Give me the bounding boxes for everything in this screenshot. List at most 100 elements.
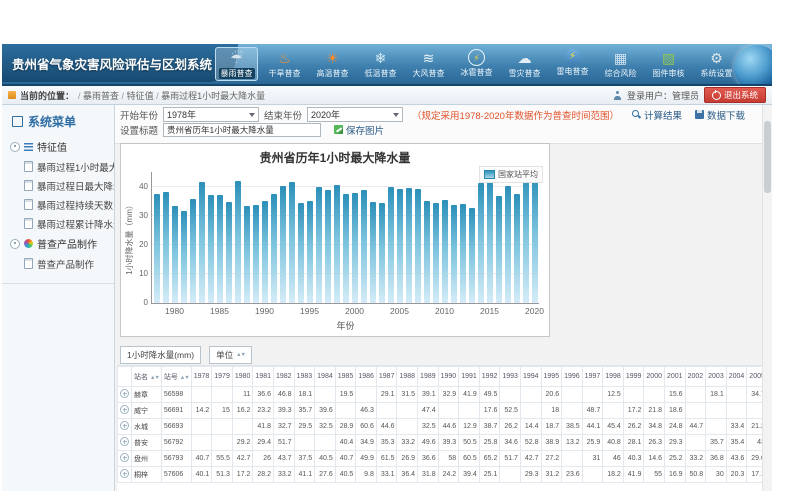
value-cell [562,403,583,419]
table-row[interactable]: 威宁5669114.21516.223.239.335.739.646.347.… [118,403,763,419]
y-tick-label: 20 [139,240,148,249]
logout-button[interactable]: 退出系统 [704,87,766,103]
composite-risk-icon: ▦ [614,49,627,67]
value-cell: 32.5 [315,419,336,435]
value-cell [397,419,418,435]
wind-survey-icon: ≋ [423,49,435,67]
toolbar-map-review[interactable]: ▧图件审核 [647,47,690,81]
table-row[interactable]: 普安5679229.229.451.740.434.935.333.249.63… [118,435,763,451]
table-row[interactable]: 盘州5679340.755.542.72643.737.540.540.749.… [118,451,763,467]
table-row[interactable]: 桐梓5760640.151.317.228.233.241.127.640.59… [118,467,763,483]
bar-2011 [451,205,457,303]
column-header-year: 1983 [294,367,315,387]
bar-1980 [172,206,178,303]
unit-selector[interactable]: 单位 ▲▼ [209,346,252,364]
expand-toggle-icon[interactable] [10,142,20,152]
value-cell: 18.6 [664,403,685,419]
expand-toggle-icon[interactable] [10,239,20,249]
user-icon [613,91,622,100]
breadcrumb-item[interactable]: 暴雨普查 [83,91,119,101]
sidebar-group-1[interactable]: 普查产品制作 [2,233,114,254]
toolbar-low-temp-survey[interactable]: ❄低温普查 [359,47,402,81]
sort-icon[interactable]: ▲▼ [150,375,159,381]
scrollbar[interactable] [762,105,772,491]
sidebar-item-0-3[interactable]: 暴雨过程累计降水量 [24,214,114,233]
range-note: （规定采用1978-2020年数据作为普查时间范围） [412,108,619,122]
toolbar-wind-survey[interactable]: ≋大风普查 [407,47,450,81]
sidebar-group-0[interactable]: 特征值 [2,136,114,157]
expand-cell [118,387,132,403]
column-header-year: 1997 [582,367,603,387]
toolbar-item-label: 大风普查 [413,68,445,79]
chart-title-input[interactable] [163,123,321,137]
product-icon [24,239,33,248]
bar-2009 [433,203,439,303]
column-header-year: 1990 [438,367,459,387]
expand-row-icon[interactable] [120,421,129,430]
value-cell: 43.6 [726,451,747,467]
list-icon [24,143,33,151]
toolbar-composite-risk[interactable]: ▦综合风险 [599,47,642,81]
table-row[interactable]: 水城5669341.832.729.532.528.960.644.632.54… [118,419,763,435]
value-cell: 61.5 [376,451,397,467]
bar-2019 [523,174,529,303]
column-header-station-id[interactable]: 站号 ▲▼ [161,367,191,387]
expand-row-icon[interactable] [120,389,129,398]
toolbar-item-label: 系统设置 [701,68,733,79]
expand-row-icon[interactable] [120,453,129,462]
value-cell: 58 [438,451,459,467]
end-year-select[interactable]: 2020年 [307,107,403,122]
station-id-cell: 57606 [161,467,191,483]
value-cell: 29.2 [232,435,253,451]
expand-row-icon[interactable] [120,437,129,446]
value-cell [191,419,212,435]
toolbar-hail-survey[interactable]: ⚡冰雹普查 [455,47,498,81]
value-cell: 25.2 [664,451,685,467]
sort-icon[interactable]: ▲▼ [180,375,189,381]
station-name-cell: 赫章 [132,387,162,403]
value-cell: 23.6 [562,467,583,483]
column-header-year: 1996 [562,367,583,387]
value-cell: 49.5 [479,387,500,403]
table-row[interactable]: 赫章565981136.646.818.119.529.131.539.132.… [118,387,763,403]
column-label: 站号 [164,374,178,381]
sidebar-item-1-0[interactable]: 普查产品制作 [24,254,114,273]
calc-result-button[interactable]: 计算结果 [632,108,682,122]
toolbar-system-settings[interactable]: ⚙系统设置 [695,47,738,81]
toolbar-drought-survey[interactable]: ♨干旱普查 [263,47,306,81]
value-cell: 55 [644,467,665,483]
column-header-station-name[interactable]: 站名 ▲▼ [132,367,162,387]
expand-row-icon[interactable] [120,405,129,414]
toolbar-rainstorm-survey[interactable]: ☔暴雨普查 [215,47,258,81]
x-tick-label: 2020 [525,306,544,316]
toolbar-snow-survey[interactable]: ☁雪灾普查 [503,47,546,81]
column-header-year: 1993 [500,367,521,387]
value-cell [520,403,541,419]
value-cell: 40.7 [191,451,212,467]
top-banner: 贵州省气象灾害风险评估与区划系统 ☔暴雨普查♨干旱普查☀高温普查❄低温普查≋大风… [2,44,772,86]
scrollbar-thumb[interactable] [764,121,771,193]
expand-row-icon[interactable] [120,469,129,478]
y-tick-label: 0 [144,298,148,307]
save-image-button[interactable]: 保存图片 [334,123,384,137]
value-cell: 14.4 [520,419,541,435]
map-review-icon: ▧ [662,49,675,67]
toolbar-high-temp-survey[interactable]: ☀高温普查 [311,47,354,81]
column-header-year: 2004 [726,367,747,387]
value-cell [397,403,418,419]
value-cell: 36.6 [418,451,439,467]
measure-selector[interactable]: 1小时降水量(mm) [120,346,201,364]
data-download-button[interactable]: 数据下载 [695,108,745,122]
value-cell: 28.9 [335,419,356,435]
breadcrumb-item[interactable]: 暴雨过程1小时最大降水量 [161,91,265,101]
value-cell: 52.8 [520,435,541,451]
sidebar-item-0-1[interactable]: 暴雨过程日最大降水量 [24,176,114,195]
expand-cell [118,435,132,451]
value-cell: 39.1 [418,387,439,403]
breadcrumb-item[interactable]: 特征值 [127,91,154,101]
toolbar-item-label: 冰雹普查 [461,67,493,78]
sidebar-item-0-2[interactable]: 暴雨过程持续天数 [24,195,114,214]
toolbar-lightning-survey[interactable]: ⚡雷电普查 [551,47,594,81]
start-year-select[interactable]: 1978年 [163,107,259,122]
sidebar-item-0-0[interactable]: 暴雨过程1小时最大降水量 [24,157,114,176]
